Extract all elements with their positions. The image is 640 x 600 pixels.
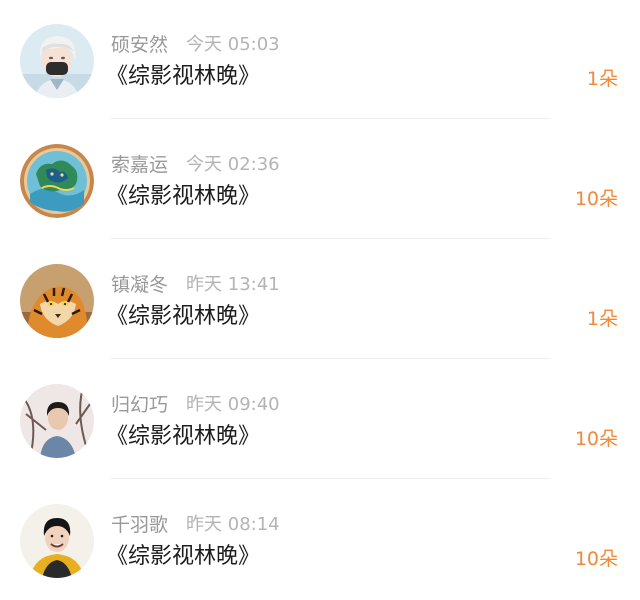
list-item[interactable]: 硕安然 今天 05:03 《综影视林晚》 1朵	[0, 0, 640, 119]
avatar-person-photo-icon[interactable]	[20, 384, 94, 458]
book-title[interactable]: 《综影视林晚》	[106, 298, 260, 330]
user-name[interactable]: 硕安然	[111, 30, 168, 57]
divider	[111, 118, 550, 119]
user-name[interactable]: 千羽歌	[111, 510, 168, 537]
timestamp: 昨天 13:41	[186, 274, 280, 295]
divider	[111, 238, 550, 239]
flower-count: 1朵	[586, 308, 618, 330]
book-title[interactable]: 《综影视林晚》	[106, 58, 260, 90]
item-meta: 镇凝冬 昨天 13:41	[111, 269, 280, 297]
avatar-smiling-person-icon[interactable]	[20, 504, 94, 578]
user-name[interactable]: 索嘉运	[111, 150, 168, 177]
avatar-tiger-emblem-icon[interactable]	[20, 144, 94, 218]
avatar-masked-boy-icon[interactable]	[20, 24, 94, 98]
book-title[interactable]: 《综影视林晚》	[106, 418, 260, 450]
item-meta: 索嘉运 今天 02:36	[111, 149, 280, 177]
timestamp: 今天 02:36	[186, 154, 280, 175]
timestamp: 昨天 08:14	[186, 514, 280, 535]
flower-count: 10朵	[574, 188, 618, 210]
flower-count: 10朵	[574, 548, 618, 570]
user-name[interactable]: 镇凝冬	[111, 270, 168, 297]
book-title[interactable]: 《综影视林晚》	[106, 178, 260, 210]
timestamp: 今天 05:03	[186, 34, 280, 55]
item-meta: 硕安然 今天 05:03	[111, 29, 280, 57]
divider	[111, 358, 550, 359]
book-title[interactable]: 《综影视林晚》	[106, 538, 260, 570]
list-item[interactable]: 镇凝冬 昨天 13:41 《综影视林晚》 1朵	[0, 240, 640, 359]
item-meta: 千羽歌 昨天 08:14	[111, 509, 280, 537]
user-name[interactable]: 归幻巧	[111, 390, 168, 417]
flower-count: 1朵	[586, 68, 618, 90]
list-item[interactable]: 千羽歌 昨天 08:14 《综影视林晚》 10朵	[0, 480, 640, 599]
divider	[111, 478, 550, 479]
item-meta: 归幻巧 昨天 09:40	[111, 389, 280, 417]
avatar-tiger-icon[interactable]	[20, 264, 94, 338]
timestamp: 昨天 09:40	[186, 394, 280, 415]
flower-count: 10朵	[574, 428, 618, 450]
gift-record-list: 硕安然 今天 05:03 《综影视林晚》 1朵 索嘉运 今天 02:36 《综影…	[0, 0, 640, 600]
list-item[interactable]: 归幻巧 昨天 09:40 《综影视林晚》 10朵	[0, 360, 640, 479]
list-item[interactable]: 索嘉运 今天 02:36 《综影视林晚》 10朵	[0, 120, 640, 239]
